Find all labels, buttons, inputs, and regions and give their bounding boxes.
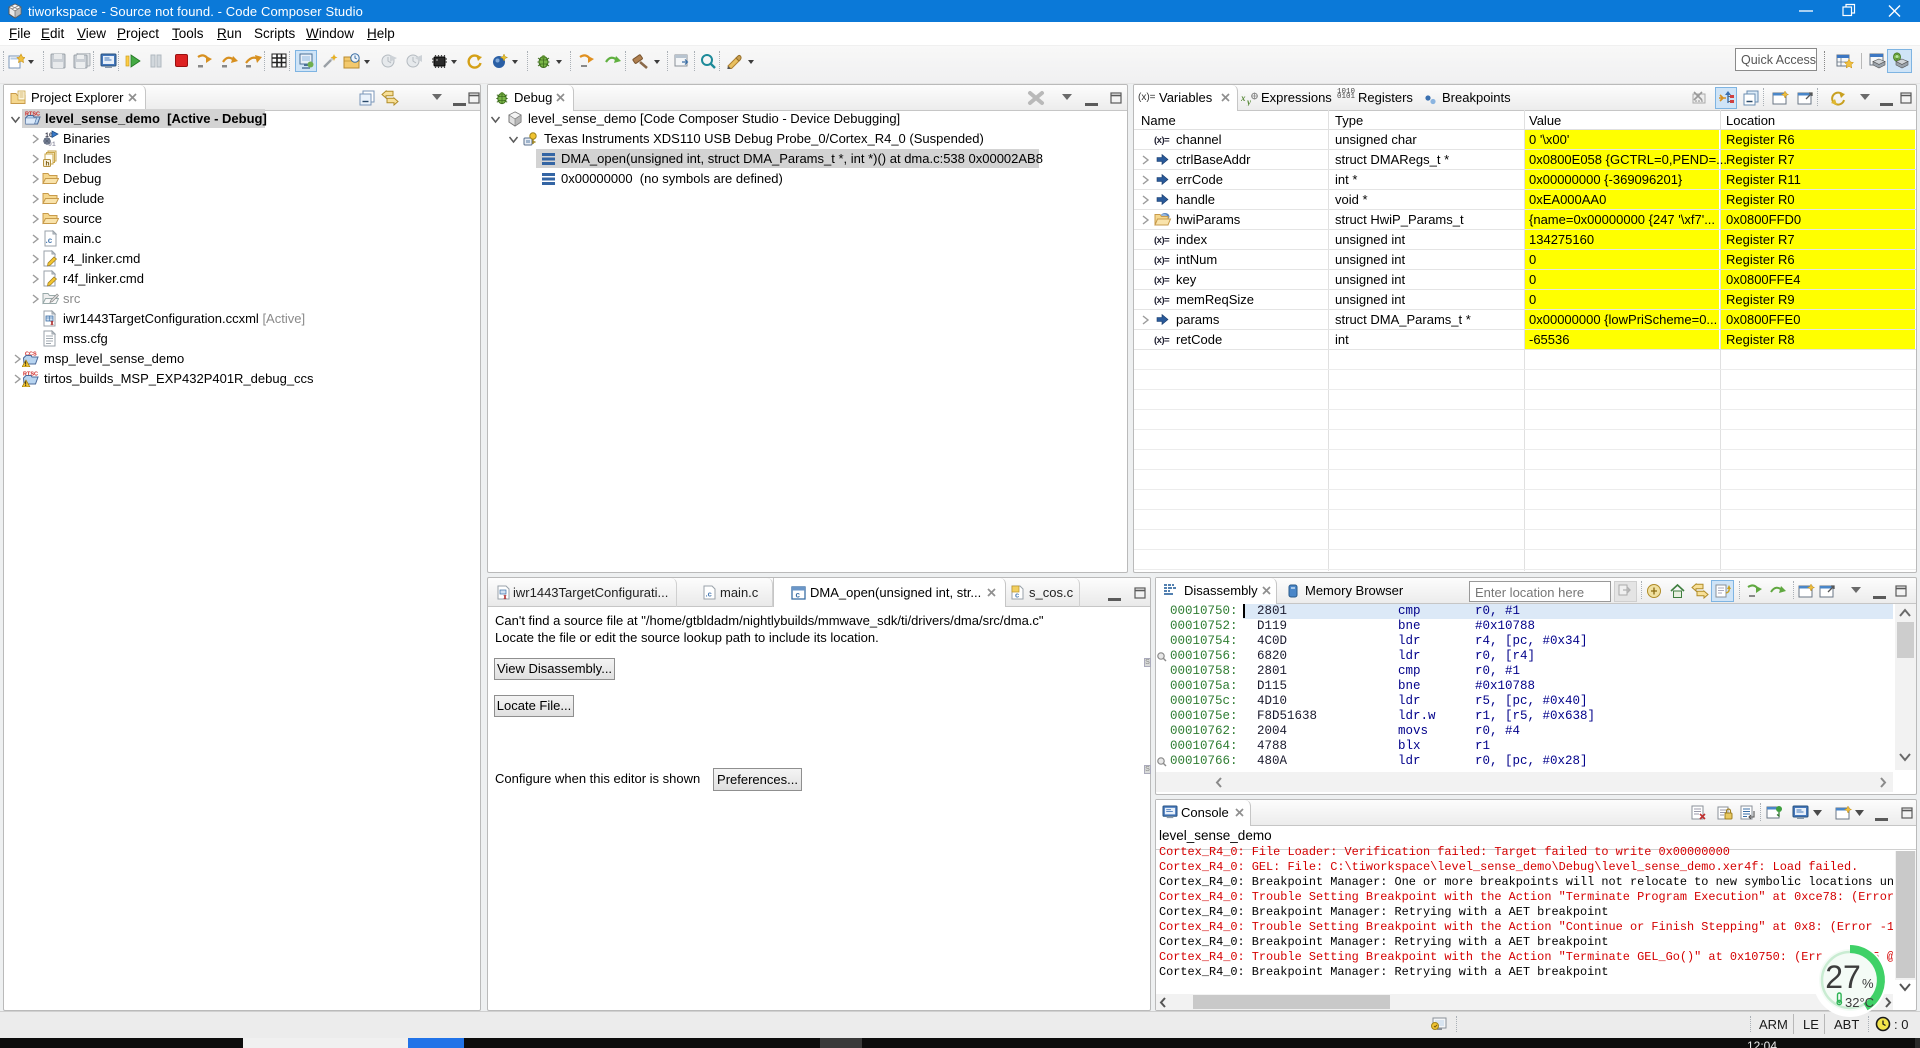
- svg-text:!: !: [25, 382, 27, 387]
- svg-text:%: %: [1862, 976, 1874, 991]
- svg-text:!: !: [25, 362, 27, 367]
- svg-text:c: c: [796, 591, 801, 600]
- svg-text:h: h: [46, 161, 50, 168]
- svg-text:32°C: 32°C: [1845, 995, 1874, 1010]
- svg-text:.c: .c: [46, 236, 53, 245]
- svg-text:.c: .c: [706, 590, 712, 599]
- svg-text:c: c: [1015, 591, 1019, 600]
- svg-text:y: y: [1246, 97, 1252, 106]
- svg-text:27: 27: [1825, 959, 1861, 995]
- svg-text:x: x: [1241, 93, 1246, 103]
